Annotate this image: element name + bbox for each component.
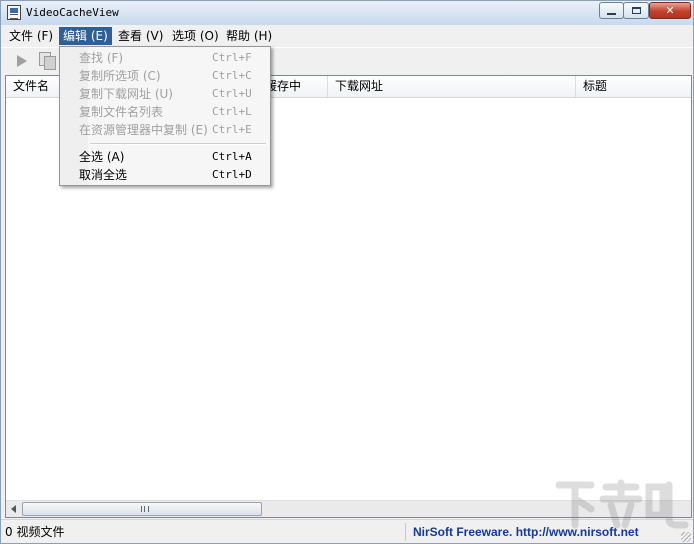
menu-view[interactable]: 查看 (V) [114,27,167,45]
scroll-thumb[interactable] [22,502,262,516]
minimize-icon [607,12,616,15]
copy-icon[interactable] [39,52,56,70]
menu-help[interactable]: 帮助 (H) [222,27,276,45]
scroll-grip-icon [141,506,149,512]
window-title: VideoCacheView [26,6,119,19]
menu-item-copy-in-explorer[interactable]: 在资源管理器中复制 (E) Ctrl+E [62,121,268,139]
watermark-icon [555,479,689,529]
minimize-button[interactable] [599,2,624,19]
app-window: VideoCacheView ✕ 文件 (F) 编辑 (E) 查看 (V) 选项… [0,0,694,544]
maximize-icon [631,7,641,14]
menu-item-select-all[interactable]: 全选 (A) Ctrl+A [62,148,268,166]
close-button[interactable]: ✕ [649,2,691,19]
menu-item-copy-filenames[interactable]: 复制文件名列表 Ctrl+L [62,103,268,121]
menu-file[interactable]: 文件 (F) [5,27,57,45]
maximize-button[interactable] [623,2,649,19]
menu-options[interactable]: 选项 (O) [168,27,223,45]
menu-item-copy-download-url[interactable]: 复制下载网址 (U) Ctrl+U [62,85,268,103]
menu-separator [90,143,266,145]
watermark-logo [551,475,691,531]
column-download-url[interactable]: 下载网址 [328,76,576,97]
play-icon[interactable] [17,55,27,67]
scroll-left-icon[interactable] [11,505,16,513]
edit-menu-dropdown: 查找 (F) Ctrl+F 复制所选项 (C) Ctrl+C 复制下载网址 (U) C… [59,46,271,186]
app-icon[interactable] [7,5,21,20]
menu-item-deselect-all[interactable]: 取消全选 Ctrl+D [62,166,268,184]
status-count: 0 视频文件 [5,523,406,541]
column-title[interactable]: 标题 [576,76,691,97]
title-bar[interactable]: VideoCacheView ✕ [1,1,693,25]
menu-item-find[interactable]: 查找 (F) Ctrl+F [62,49,268,67]
menu-item-copy-selected[interactable]: 复制所选项 (C) Ctrl+C [62,67,268,85]
resize-grip-icon[interactable] [681,532,691,542]
menu-edit[interactable]: 编辑 (E) [59,27,112,45]
close-icon: ✕ [665,4,675,17]
menu-bar: 文件 (F) 编辑 (E) 查看 (V) 选项 (O) 帮助 (H) [1,25,693,46]
